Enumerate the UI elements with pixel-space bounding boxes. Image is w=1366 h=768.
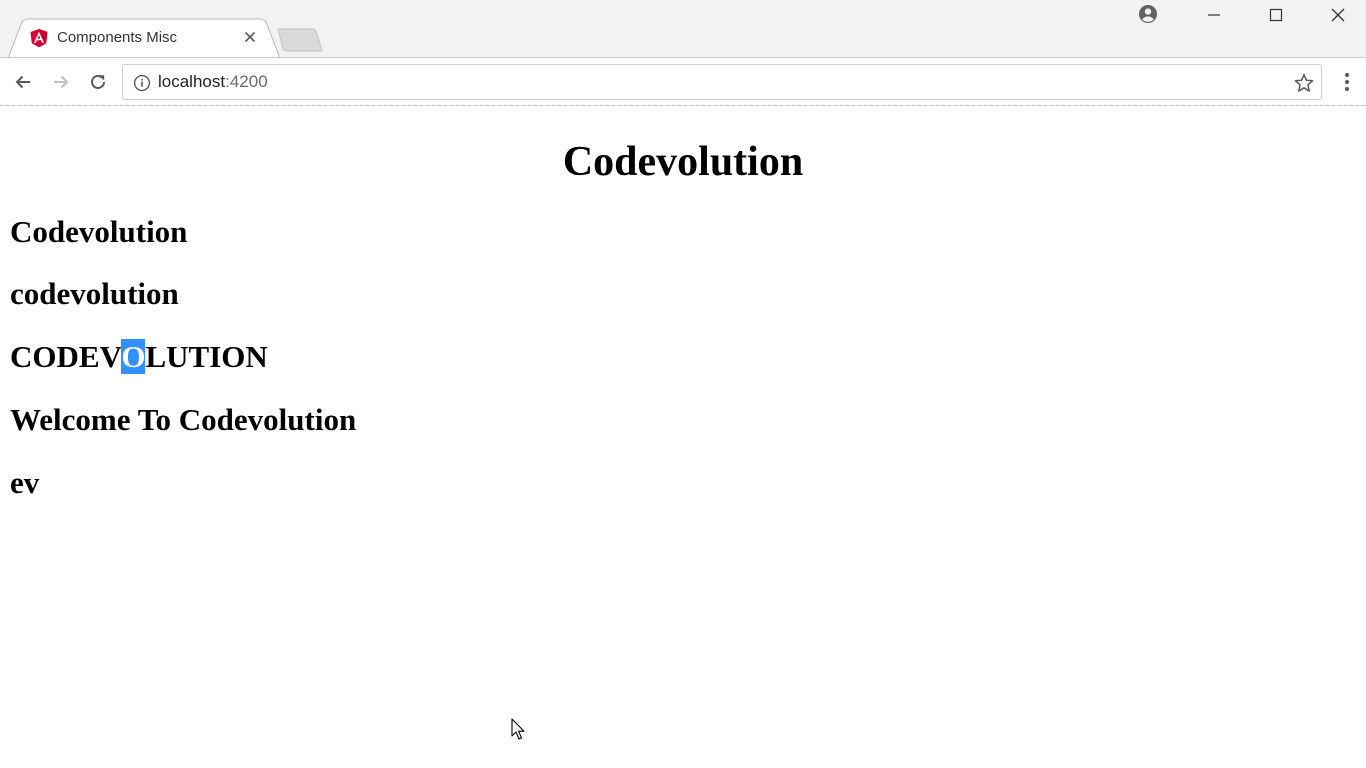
active-tab[interactable]: Components Misc <box>8 18 280 58</box>
close-icon[interactable] <box>241 28 259 46</box>
url-host: localhost <box>158 72 226 91</box>
tab-title: Components Misc <box>57 29 178 46</box>
welcome-heading: Welcome To Codevolution <box>10 402 357 437</box>
star-icon[interactable] <box>1293 72 1315 94</box>
mouse-pointer-icon <box>511 718 527 742</box>
new-tab-icon[interactable] <box>276 28 324 52</box>
selected-text: O <box>121 339 146 374</box>
titlecase-heading: Codevolution <box>10 214 188 249</box>
lowercase-heading: codevolution <box>10 276 179 311</box>
profile-icon[interactable] <box>1137 4 1159 26</box>
page-title: Codevolution <box>562 139 804 185</box>
info-icon[interactable] <box>133 74 151 92</box>
url-port: :4200 <box>225 72 268 91</box>
uppercase-heading: CODEVOLUTION <box>10 339 268 375</box>
reload-icon[interactable] <box>83 67 113 97</box>
uppercase-after: LUTION <box>145 339 268 374</box>
maximize-icon[interactable] <box>1253 0 1299 30</box>
browser-title-bar: Components Misc <box>0 0 1366 58</box>
address-url: localhost:4200 <box>158 72 268 92</box>
browser-toolbar: localhost:4200 <box>0 57 1366 105</box>
page-content: Codevolution Codevolution codevolution C… <box>0 106 1366 768</box>
close-window-icon[interactable] <box>1315 0 1361 30</box>
uppercase-before: CODEV <box>10 339 122 374</box>
arrow-left-icon[interactable] <box>8 67 38 97</box>
angular-logo-icon <box>29 28 49 48</box>
arrow-right-icon[interactable] <box>46 67 76 97</box>
more-vertical-icon[interactable] <box>1333 67 1361 97</box>
slice-heading: ev <box>10 465 40 500</box>
minimize-icon[interactable] <box>1191 0 1237 30</box>
address-bar[interactable]: localhost:4200 <box>122 64 1322 100</box>
